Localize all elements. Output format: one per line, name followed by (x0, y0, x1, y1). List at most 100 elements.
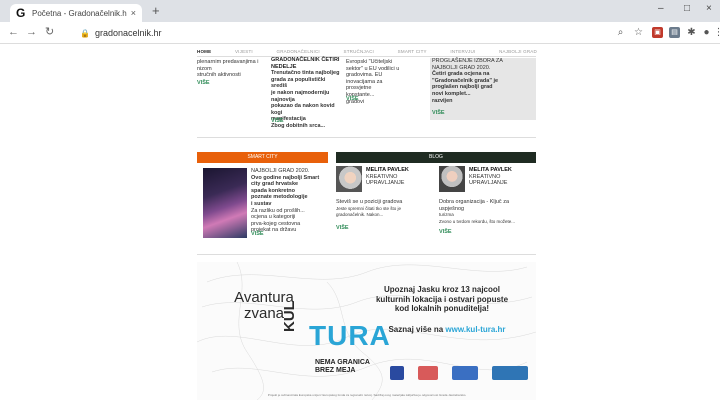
author-avatar[interactable] (439, 166, 465, 192)
nav-item-gradonacelnici[interactable]: GRADONAČELNICI (277, 49, 320, 54)
address-bar[interactable]: 🔒 gradonacelnik.hr (80, 25, 640, 41)
browser-chrome: G Početna - Gradonačelnik.hr × + – □ × ←… (0, 0, 720, 44)
blog-author[interactable]: MELITA PAVLEK KREATIVNO UPRAVLJANJE (366, 167, 409, 187)
author-avatar[interactable] (336, 166, 362, 192)
extension-icon[interactable]: ▤ (669, 27, 680, 38)
nav-item-intervjui[interactable]: INTERVJUI (450, 49, 475, 54)
article-line: gradovima. EU (346, 72, 383, 79)
blog-post[interactable]: Steviš se u poziciji gradova Jeste sprem… (336, 199, 432, 219)
article-line: stručnih aktivnosti (197, 72, 241, 79)
nav-item-home[interactable]: HOME (197, 49, 211, 54)
more-link[interactable]: VIŠE (251, 231, 264, 237)
kultura-link[interactable]: www.kul-tura.hr (445, 325, 505, 334)
banner-cta: Saznaj više na www.kul-tura.hr (372, 325, 522, 334)
eu-logo (452, 366, 478, 380)
blog-excerpt: turizma (439, 212, 454, 218)
article-heading: GRADONAČELNIK ČETIRI NEDELJE (271, 57, 340, 70)
cta-text: Saznaj više na (388, 325, 444, 334)
blog-post-title: Steviš se u poziciji gradova (336, 199, 403, 205)
interreg-logo (492, 366, 528, 380)
bookmark-star-icon[interactable]: ☆ (633, 27, 644, 38)
article-line: je nakon najmoderniju najnovija (271, 89, 330, 103)
article-line: "Gradonačelnik grada" je (432, 77, 499, 84)
blog-excerpt: gradonačelnik. Nakon... (336, 212, 384, 218)
blog-author[interactable]: MELITA PAVLEK KREATIVNO UPRAVLJANJE (469, 167, 512, 187)
smart-city-photo[interactable] (203, 168, 247, 238)
blog-excerpt: Zvono u tvrdom rekordu, što možete... (439, 218, 516, 224)
more-link[interactable]: VIŠE (439, 229, 452, 235)
blog-excerpt: Jeste spremni čitati tko ste što je (336, 205, 402, 211)
nav-divider (197, 56, 536, 57)
article-line: plenarnim predavanjima i nizom (197, 59, 259, 72)
profile-icon[interactable]: ● (701, 27, 712, 38)
article-line: Ovo godine najbolji Smart (251, 174, 320, 181)
tab-close-icon[interactable]: × (131, 8, 136, 18)
tab-title: Početna - Gradonačelnik.hr (32, 8, 127, 18)
article-line: Za razliku od prošlih... (251, 207, 305, 214)
section-divider (197, 137, 536, 138)
section-divider (197, 254, 536, 255)
forward-icon[interactable]: → (26, 26, 37, 38)
author-role: KREATIVNO (469, 173, 501, 180)
article-line: novi komplet... (432, 90, 471, 97)
article-line: poznate metodologije (251, 194, 308, 201)
site-favicon: G (16, 5, 26, 20)
article-line: sektor" u EU vodilici u (346, 65, 400, 72)
browser-toolbar: ← → ↻ 🔒 gradonacelnik.hr ⌕ ☆ ▣ ▤ ✱ ● ⋮ (0, 22, 720, 44)
extension-icon[interactable]: ▣ (652, 27, 663, 38)
nav-item-smart-city[interactable]: SMART CITY (398, 49, 427, 54)
article-line: city grad hrvatske (251, 181, 299, 188)
maximize-button[interactable]: □ (684, 3, 690, 14)
author-role: UPRAVLJANJE (469, 180, 508, 187)
tagline-line: NEMA GRANICA (315, 359, 370, 366)
tagline-line: BREZ MEJA (315, 367, 356, 374)
back-icon[interactable]: ← (8, 26, 19, 38)
smart-city-header[interactable]: SMART CITY (197, 152, 328, 163)
blog-post-title: Dobra organizacija - Ključ za uspješnog (439, 199, 510, 212)
coat-of-arms-logo (390, 366, 404, 380)
window-close-button[interactable]: × (706, 3, 712, 14)
lock-icon: 🔒 (80, 28, 90, 38)
tab-strip: G Početna - Gradonačelnik.hr × + – □ × (0, 0, 720, 22)
sponsor-logos (390, 366, 528, 380)
article-line: prva-kojeg cestovna (251, 220, 301, 227)
smart-city-article[interactable]: NAJBOLJI GRAD 2020. Ovo godine najbolji … (251, 168, 327, 234)
author-role: KREATIVNO (366, 173, 398, 180)
author-name: MELITA PAVLEK (469, 167, 512, 173)
banner-tagline: NEMA GRANICA BREZ MEJA (315, 359, 370, 375)
extensions-puzzle-icon[interactable]: ✱ (686, 27, 697, 38)
more-link[interactable]: VIŠE (432, 110, 445, 116)
article-line: ocjena u kategoriji (251, 214, 296, 221)
menu-kebab-icon[interactable]: ⋮ (713, 27, 720, 38)
article-line: PROGLAŠENJE IZBORA ZA (432, 58, 503, 64)
site-nav: HOME VIJESTI GRADONAČELNICI STRUČNJACI S… (197, 49, 537, 54)
banner-kul: KUL (281, 301, 298, 332)
article-line: Trenutačno tinta najboljeg (271, 70, 340, 77)
more-link[interactable]: VIŠE (271, 118, 284, 124)
article-line: kogi (271, 109, 283, 116)
kultura-banner[interactable]: Avantura zvana KUL TURA NEMA GRANICA BRE… (197, 262, 536, 400)
new-tab-button[interactable]: + (152, 4, 160, 18)
minimize-button[interactable]: – (658, 3, 664, 14)
article-snippet[interactable]: PROGLAŠENJE IZBORA ZA NAJBOLJI GRAD 2020… (432, 58, 532, 104)
article-line: proglašen najbolji grad (432, 84, 493, 91)
nav-item-strucnjaci[interactable]: STRUČNJACI (344, 49, 375, 54)
blog-header[interactable]: BLOG (336, 152, 536, 163)
browser-tab[interactable]: G Početna - Gradonačelnik.hr × (10, 4, 142, 22)
more-link[interactable]: VIŠE (197, 80, 210, 86)
nav-item-najbolji-grad[interactable]: NAJBOLJI GRAD (499, 49, 537, 54)
sponsor-logo (418, 366, 438, 380)
blog-post[interactable]: Dobra organizacija - Ključ za uspješnog … (439, 199, 535, 225)
reload-icon[interactable]: ↻ (45, 26, 54, 38)
article-line: inovacijama za (346, 78, 383, 85)
author-name: MELITA PAVLEK (366, 167, 409, 173)
url-text: gradonacelnik.hr (94, 28, 162, 38)
article-snippet[interactable]: plenarnim predavanjima i nizom stručnih … (197, 59, 267, 79)
nav-item-vijesti[interactable]: VIJESTI (235, 49, 253, 54)
article-line: i sustav (251, 200, 272, 207)
more-link[interactable]: VIŠE (336, 225, 349, 231)
article-line: Evropski "Učiteljski (346, 59, 393, 65)
more-link[interactable]: VIŠE (346, 96, 359, 102)
banner-text: Upoznaj Jasku kroz 13 najcool kulturnih … (375, 285, 509, 313)
zoom-icon[interactable]: ⌕ (615, 27, 626, 38)
